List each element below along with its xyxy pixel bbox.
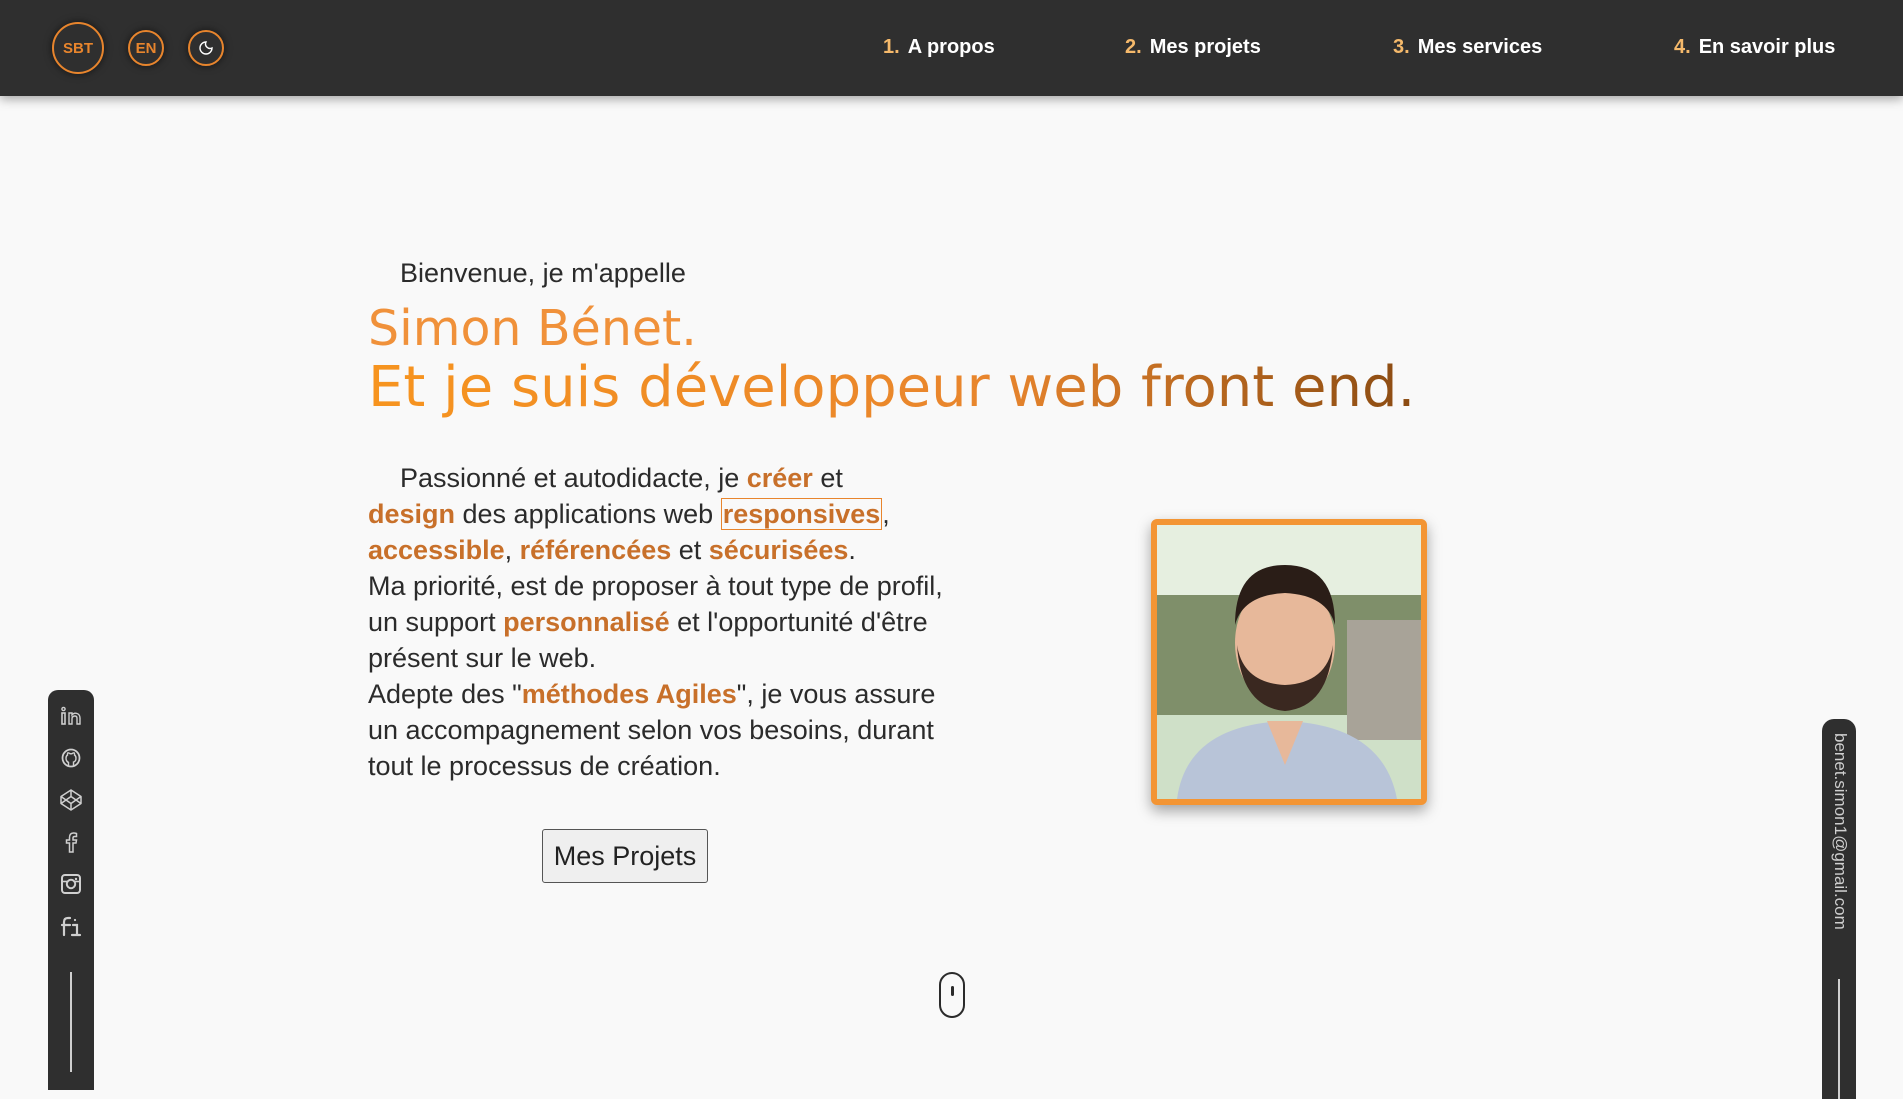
keyword-referencees: référencées [519, 535, 672, 565]
nav-number: 1. [883, 36, 900, 58]
nav-number: 2. [1125, 36, 1142, 58]
intro-paragraph: Passionné et autodidacte, je créer et de… [368, 460, 968, 784]
nav-label: En savoir plus [1698, 36, 1836, 58]
intro-text: , [504, 535, 520, 565]
intro-text: et [812, 463, 843, 493]
keyword-personnalise: personnalisé [503, 607, 670, 637]
codepen-icon[interactable] [59, 788, 83, 812]
moon-icon [199, 41, 213, 55]
nav-label: Mes projets [1149, 36, 1261, 58]
nav-number: 3. [1393, 36, 1410, 58]
sidebar-divider-line [1838, 979, 1840, 1099]
theme-toggle-button[interactable] [188, 30, 224, 66]
intro-text: , [882, 499, 890, 529]
hero-role: Et je suis développeur web front end. [368, 355, 1416, 420]
logo-button[interactable]: SBT [52, 22, 104, 74]
projects-button[interactable]: Mes Projets [542, 829, 708, 883]
email-sidebar: benet.simon1@gmail.com [1822, 719, 1856, 1099]
email-link[interactable]: benet.simon1@gmail.com [1830, 733, 1850, 930]
nav-label: A propos [907, 36, 995, 58]
keyword-design: design [368, 499, 456, 529]
keyword-responsives: responsives [720, 498, 883, 530]
sidebar-divider-line [70, 972, 72, 1072]
nav-label: Mes services [1417, 36, 1543, 58]
instagram-icon[interactable] [59, 872, 83, 896]
github-icon[interactable] [59, 746, 83, 770]
keyword-securisees: sécurisées [708, 535, 849, 565]
keyword-accessible: accessible [368, 535, 505, 565]
mouse-wheel-icon [951, 986, 954, 996]
social-sidebar [48, 690, 94, 1090]
nav-link-more[interactable]: 4. En savoir plus [1674, 36, 1835, 59]
intro-text: Adepte des " [368, 679, 522, 709]
language-toggle-button[interactable]: EN [128, 30, 164, 66]
nav-link-projects[interactable]: 2. Mes projets [1125, 36, 1261, 59]
profile-photo [1151, 519, 1427, 805]
hero-name: Simon Bénet. [368, 300, 697, 357]
intro-text: Passionné et autodidacte, je [400, 463, 747, 493]
nav-number: 4. [1674, 36, 1691, 58]
nav-link-services[interactable]: 3. Mes services [1393, 36, 1542, 59]
linkedin-icon[interactable] [59, 704, 83, 728]
top-navbar: SBT EN 1. A propos 2. Mes projets 3. Mes se… [0, 0, 1903, 96]
freelance-icon[interactable] [59, 914, 83, 938]
keyword-creer: créer [746, 463, 813, 493]
nav-link-about[interactable]: 1. A propos [883, 36, 995, 59]
intro-text: . [848, 535, 856, 565]
keyword-agiles: méthodes Agiles [521, 679, 737, 709]
profile-photo-image [1157, 525, 1421, 799]
intro-text: des applications web [455, 499, 721, 529]
intro-text: et [671, 535, 709, 565]
welcome-text: Bienvenue, je m'appelle [400, 258, 686, 288]
facebook-icon[interactable] [59, 830, 83, 854]
scroll-down-indicator[interactable] [939, 972, 965, 1018]
